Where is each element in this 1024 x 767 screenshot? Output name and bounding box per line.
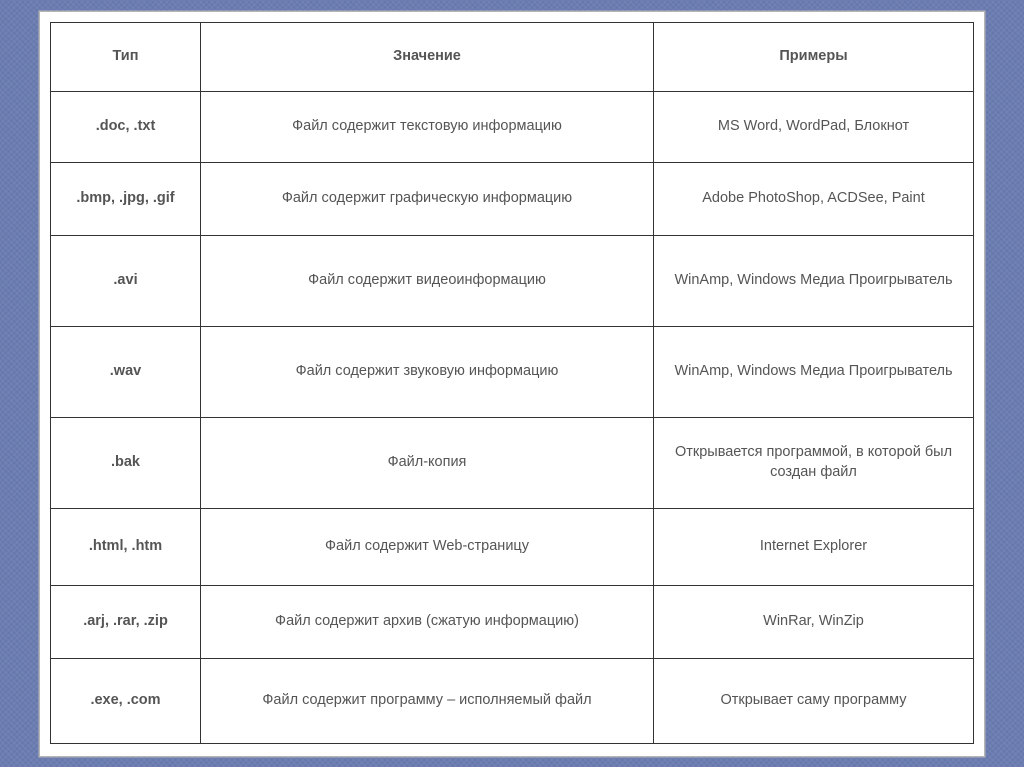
document-card: Тип Значение Примеры .doc, .txt Файл сод… <box>40 12 984 756</box>
cell-meaning: Файл содержит графическую информацию <box>201 162 654 235</box>
cell-type: .bak <box>51 417 201 508</box>
file-types-table: Тип Значение Примеры .doc, .txt Файл сод… <box>50 22 974 744</box>
cell-examples: Открывается программой, в которой был со… <box>654 417 974 508</box>
cell-type: .doc, .txt <box>51 91 201 162</box>
table-row: .html, .htm Файл содержит Web-страницу I… <box>51 508 974 585</box>
table-row: .bak Файл-копия Открывается программой, … <box>51 417 974 508</box>
cell-examples: WinAmp, Windows Медиа Проигрыватель <box>654 235 974 326</box>
cell-meaning: Файл содержит видеоинформацию <box>201 235 654 326</box>
cell-examples: WinRar, WinZip <box>654 585 974 658</box>
cell-type: .arj, .rar, .zip <box>51 585 201 658</box>
cell-type: .wav <box>51 326 201 417</box>
cell-examples: Adobe PhotoShop, ACDSee, Paint <box>654 162 974 235</box>
cell-examples: WinAmp, Windows Медиа Проигрыватель <box>654 326 974 417</box>
cell-examples: MS Word, WordPad, Блокнот <box>654 91 974 162</box>
header-meaning: Значение <box>201 22 654 91</box>
header-type: Тип <box>51 22 201 91</box>
cell-meaning: Файл содержит текстовую информацию <box>201 91 654 162</box>
table-row: .arj, .rar, .zip Файл содержит архив (сж… <box>51 585 974 658</box>
cell-meaning: Файл содержит программу – исполняемый фа… <box>201 658 654 743</box>
cell-type: .exe, .com <box>51 658 201 743</box>
table-row: .wav Файл содержит звуковую информацию W… <box>51 326 974 417</box>
table-row: .doc, .txt Файл содержит текстовую инфор… <box>51 91 974 162</box>
cell-type: .html, .htm <box>51 508 201 585</box>
cell-type: .avi <box>51 235 201 326</box>
table-row: .exe, .com Файл содержит программу – исп… <box>51 658 974 743</box>
cell-meaning: Файл содержит Web-страницу <box>201 508 654 585</box>
cell-type: .bmp, .jpg, .gif <box>51 162 201 235</box>
cell-meaning: Файл содержит архив (сжатую информацию) <box>201 585 654 658</box>
cell-examples: Internet Explorer <box>654 508 974 585</box>
table-row: .bmp, .jpg, .gif Файл содержит графическ… <box>51 162 974 235</box>
table-row: .avi Файл содержит видеоинформацию WinAm… <box>51 235 974 326</box>
cell-meaning: Файл-копия <box>201 417 654 508</box>
header-examples: Примеры <box>654 22 974 91</box>
cell-examples: Открывает саму программу <box>654 658 974 743</box>
cell-meaning: Файл содержит звуковую информацию <box>201 326 654 417</box>
table-header-row: Тип Значение Примеры <box>51 22 974 91</box>
